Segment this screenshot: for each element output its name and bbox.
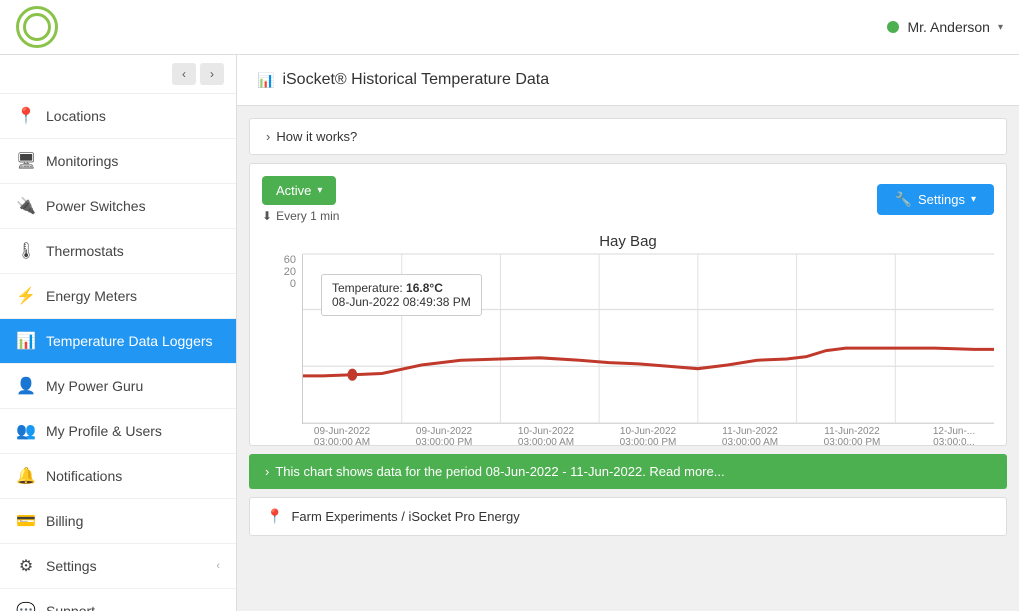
- bell-icon: 🔔: [16, 466, 36, 486]
- sidebar-item-label: My Power Guru: [46, 378, 143, 394]
- left-controls: Active ▾ ⬇ Every 1 min: [262, 176, 339, 223]
- content-area: 📊 iSocket® Historical Temperature Data ›…: [237, 55, 1019, 611]
- x-label-4: 10-Jun-202203:00:00 PM: [608, 426, 688, 448]
- how-it-works-panel[interactable]: › How it works?: [249, 118, 1007, 155]
- chart-area: 60 20 0 Temperature: 16.8°C: [262, 254, 994, 424]
- chart-svg: [303, 254, 994, 423]
- x-label-5: 11-Jun-202203:00:00 AM: [710, 426, 790, 448]
- sidebar-item-my-power-guru[interactable]: 👤 My Power Guru: [0, 364, 236, 409]
- x-axis-labels: 09-Jun-202203:00:00 AM 09-Jun-202203:00:…: [262, 426, 994, 448]
- tooltip-dot: [347, 369, 357, 381]
- how-it-works-label: How it works?: [276, 129, 357, 144]
- logo-area: [16, 6, 58, 48]
- x-label-3: 10-Jun-202203:00:00 AM: [506, 426, 586, 448]
- chevron-down-icon: ▾: [998, 22, 1003, 33]
- sidebar-item-label: Energy Meters: [46, 288, 137, 304]
- farm-info-text: Farm Experiments / iSocket Pro Energy: [291, 509, 519, 524]
- sidebar-item-thermostats[interactable]: 🌡 Thermostats: [0, 229, 236, 274]
- user-name: Mr. Anderson: [907, 19, 990, 35]
- chevron-down-icon: ▾: [971, 194, 976, 205]
- settings-label: Settings: [918, 192, 965, 207]
- sidebar-item-notifications[interactable]: 🔔 Notifications: [0, 454, 236, 499]
- sidebar-item-label: My Profile & Users: [46, 423, 162, 439]
- sidebar-toggle: ‹ ›: [0, 55, 236, 94]
- chevron-right-icon: ›: [266, 129, 270, 144]
- plug-icon: 🔌: [16, 196, 36, 216]
- frequency-label: ⬇ Every 1 min: [262, 209, 339, 223]
- users-icon: 👥: [16, 421, 36, 441]
- x-label-7: 12-Jun-...03:00:0...: [914, 426, 994, 448]
- energy-icon: ⚡: [16, 286, 36, 306]
- data-period-bar[interactable]: › This chart shows data for the period 0…: [249, 454, 1007, 489]
- sidebar-item-label: Power Switches: [46, 198, 146, 214]
- settings-button[interactable]: 🔧 Settings ▾: [877, 184, 994, 215]
- chart-title: Hay Bag: [262, 233, 994, 250]
- location-pin-icon: 📍: [16, 106, 36, 126]
- sidebar-item-label: Locations: [46, 108, 106, 124]
- user-status-dot: [887, 21, 899, 33]
- gear-icon: ⚙: [16, 556, 36, 576]
- map-pin-icon: 📍: [266, 508, 283, 525]
- sidebar-item-temperature-data-loggers[interactable]: 📊 Temperature Data Loggers: [0, 319, 236, 364]
- billing-icon: 💳: [16, 511, 36, 531]
- sidebar-item-my-profile-users[interactable]: 👥 My Profile & Users: [0, 409, 236, 454]
- toggle-left-btn[interactable]: ‹: [172, 63, 196, 85]
- chevron-down-icon: ▾: [317, 185, 322, 196]
- toggle-right-btn[interactable]: ›: [200, 63, 224, 85]
- wrench-icon: 🔧: [895, 191, 912, 208]
- page-title: iSocket® Historical Temperature Data: [282, 71, 549, 89]
- content-header: 📊 iSocket® Historical Temperature Data: [237, 55, 1019, 106]
- sidebar-item-billing[interactable]: 💳 Billing: [0, 499, 236, 544]
- sidebar-item-energy-meters[interactable]: ⚡ Energy Meters: [0, 274, 236, 319]
- sidebar-item-label: Support: [46, 603, 95, 611]
- x-label-6: 11-Jun-202203:00:00 PM: [812, 426, 892, 448]
- sidebar-item-label: Notifications: [46, 468, 122, 484]
- chart-icon: 📊: [16, 331, 36, 351]
- sidebar-item-power-switches[interactable]: 🔌 Power Switches: [0, 184, 236, 229]
- support-icon: 💬: [16, 601, 36, 611]
- sidebar-item-label: Settings: [46, 558, 97, 574]
- thermostat-icon: 🌡: [16, 241, 36, 261]
- farm-info-bar: 📍 Farm Experiments / iSocket Pro Energy: [249, 497, 1007, 536]
- user-menu[interactable]: Mr. Anderson ▾: [887, 19, 1003, 35]
- y-axis: 60 20 0: [262, 254, 302, 290]
- x-label-2: 09-Jun-202203:00:00 PM: [404, 426, 484, 448]
- x-label-1: 09-Jun-202203:00:00 AM: [302, 426, 382, 448]
- download-icon: ⬇: [262, 209, 272, 223]
- arrow-right-icon: ›: [265, 464, 269, 479]
- sidebar-item-label: Monitorings: [46, 153, 118, 169]
- sidebar-item-label: Billing: [46, 513, 83, 529]
- sidebar-item-support[interactable]: 💬 Support: [0, 589, 236, 611]
- active-label: Active: [276, 183, 311, 198]
- monitor-icon: 🖥: [16, 151, 36, 171]
- content-header-icon: 📊: [257, 72, 274, 89]
- sidebar-item-label: Temperature Data Loggers: [46, 333, 213, 349]
- chevron-left-icon: ‹: [216, 560, 220, 572]
- sidebar-item-settings[interactable]: ⚙ Settings ‹: [0, 544, 236, 589]
- sidebar-item-label: Thermostats: [46, 243, 124, 259]
- user-icon: 👤: [16, 376, 36, 396]
- chart-plot: Temperature: 16.8°C 08-Jun-2022 08:49:38…: [302, 254, 994, 424]
- active-button[interactable]: Active ▾: [262, 176, 336, 205]
- sidebar: ‹ › 📍 Locations 🖥 Monitorings 🔌 Power Sw…: [0, 55, 237, 611]
- data-period-text: This chart shows data for the period 08-…: [275, 464, 724, 479]
- chart-container: Hay Bag 60 20 0 Te: [262, 233, 994, 433]
- sidebar-item-monitorings[interactable]: 🖥 Monitorings: [0, 139, 236, 184]
- temperature-line: [303, 348, 994, 376]
- chart-controls: Active ▾ ⬇ Every 1 min 🔧 Settings ▾: [262, 176, 994, 223]
- topbar: Mr. Anderson ▾: [0, 0, 1019, 55]
- sidebar-item-locations[interactable]: 📍 Locations: [0, 94, 236, 139]
- main-layout: ‹ › 📍 Locations 🖥 Monitorings 🔌 Power Sw…: [0, 55, 1019, 611]
- logo-icon: [16, 6, 58, 48]
- chart-section: Active ▾ ⬇ Every 1 min 🔧 Settings ▾ Hay …: [249, 163, 1007, 446]
